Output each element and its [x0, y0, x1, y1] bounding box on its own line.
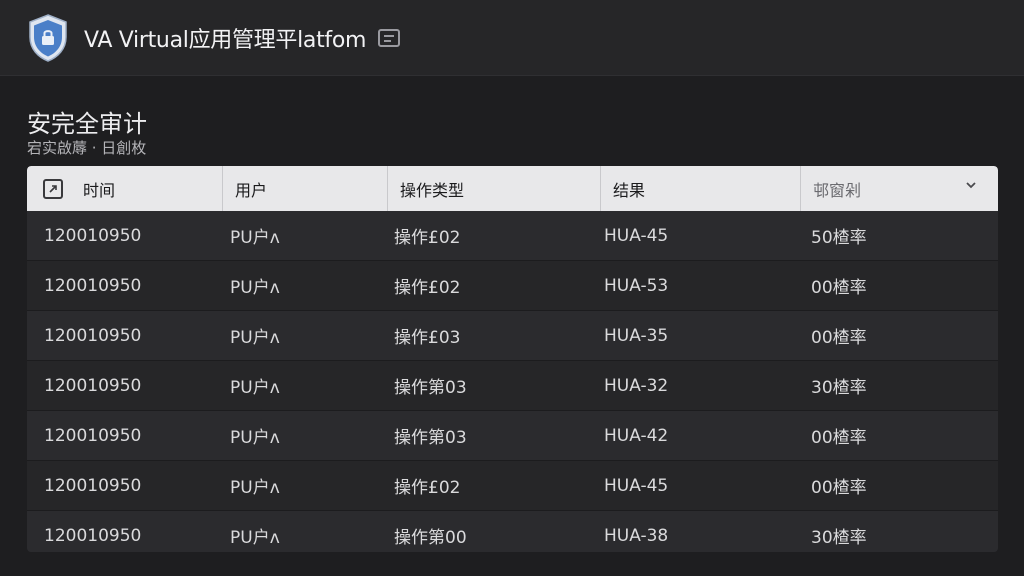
column-header-extra[interactable]: 邨窗剁 — [801, 166, 998, 211]
column-header-label: 用户 — [235, 180, 268, 200]
audit-table: 时间 用户 操作类型 结果 邨窗剁 120010950 PU户ʌ 操作£02 H… — [27, 166, 998, 552]
table-header: 时间 用户 操作类型 结果 邨窗剁 — [27, 166, 998, 211]
table-row[interactable]: 120010950 PU户ʌ 操作£02 HUA-53 00楂率 — [27, 261, 998, 311]
page-title: 安完全审计 — [27, 110, 147, 138]
table-row[interactable]: 120010950 PU户ʌ 操作£02 HUA-45 00楂率 — [27, 461, 998, 511]
cell-time: 120010950 — [44, 275, 142, 296]
table-row[interactable]: 120010950 PU户ʌ 操作第03 HUA-42 00楂率 — [27, 411, 998, 461]
cell-result: HUA-32 — [604, 375, 669, 396]
top-bar: VA Virtual应用管理平latfom — [0, 0, 1024, 76]
table-row[interactable]: 120010950 PU户ʌ 操作£02 HUA-45 50楂率 — [27, 211, 998, 261]
cell-user: PU户ʌ — [230, 478, 280, 498]
cell-result: HUA-45 — [604, 475, 669, 496]
cell-operation: 操作第03 — [394, 378, 467, 398]
cell-user: PU户ʌ — [230, 328, 280, 348]
cell-extra: 00楂率 — [811, 428, 867, 448]
cell-result: HUA-45 — [604, 225, 669, 246]
column-header-operation-type[interactable]: 操作类型 — [388, 166, 601, 211]
column-header-label: 时间 — [83, 180, 116, 200]
column-header-label: 操作类型 — [400, 180, 465, 200]
cell-extra: 30楂率 — [811, 378, 867, 398]
cell-operation: 操作£02 — [394, 228, 461, 248]
table-row[interactable]: 120010950 PU户ʌ 操作第03 HUA-32 30楂率 — [27, 361, 998, 411]
cell-result: HUA-38 — [604, 525, 669, 546]
column-header-result[interactable]: 结果 — [601, 166, 801, 211]
column-header-time[interactable]: 时间 — [27, 166, 223, 211]
app-title: VA Virtual应用管理平latfom — [84, 27, 367, 53]
shield-lock-icon — [26, 13, 70, 63]
column-header-label: 邨窗剁 — [813, 180, 862, 200]
expand-icon[interactable] — [43, 178, 63, 199]
table-row[interactable]: 120010950 PU户ʌ 操作£03 HUA-35 00楂率 — [27, 311, 998, 361]
document-icon[interactable] — [378, 28, 401, 47]
cell-operation: 操作第03 — [394, 428, 467, 448]
page-subtitle: 宕实啟蓐 · 日創枚 — [27, 139, 147, 157]
cell-operation: 操作第00 — [394, 528, 467, 548]
cell-result: HUA-42 — [604, 425, 669, 446]
cell-operation: 操作£03 — [394, 328, 461, 348]
cell-extra: 00楂率 — [811, 328, 867, 348]
cell-user: PU户ʌ — [230, 428, 280, 448]
chevron-down-icon[interactable] — [964, 178, 978, 192]
cell-extra: 50楂率 — [811, 228, 867, 248]
cell-operation: 操作£02 — [394, 278, 461, 298]
column-header-label: 结果 — [613, 180, 646, 200]
cell-user: PU户ʌ — [230, 378, 280, 398]
cell-operation: 操作£02 — [394, 478, 461, 498]
table-body: 120010950 PU户ʌ 操作£02 HUA-45 50楂率 1200109… — [27, 211, 998, 552]
cell-time: 120010950 — [44, 425, 142, 446]
cell-extra: 30楂率 — [811, 528, 867, 548]
cell-time: 120010950 — [44, 525, 142, 546]
cell-extra: 00楂率 — [811, 478, 867, 498]
cell-time: 120010950 — [44, 225, 142, 246]
cell-user: PU户ʌ — [230, 528, 280, 548]
cell-result: HUA-53 — [604, 275, 669, 296]
table-row[interactable]: 120010950 PU户ʌ 操作第00 HUA-38 30楂率 — [27, 511, 998, 552]
cell-user: PU户ʌ — [230, 228, 280, 248]
column-header-user[interactable]: 用户 — [223, 166, 388, 211]
cell-result: HUA-35 — [604, 325, 669, 346]
cell-extra: 00楂率 — [811, 278, 867, 298]
cell-user: PU户ʌ — [230, 278, 280, 298]
cell-time: 120010950 — [44, 325, 142, 346]
cell-time: 120010950 — [44, 475, 142, 496]
cell-time: 120010950 — [44, 375, 142, 396]
